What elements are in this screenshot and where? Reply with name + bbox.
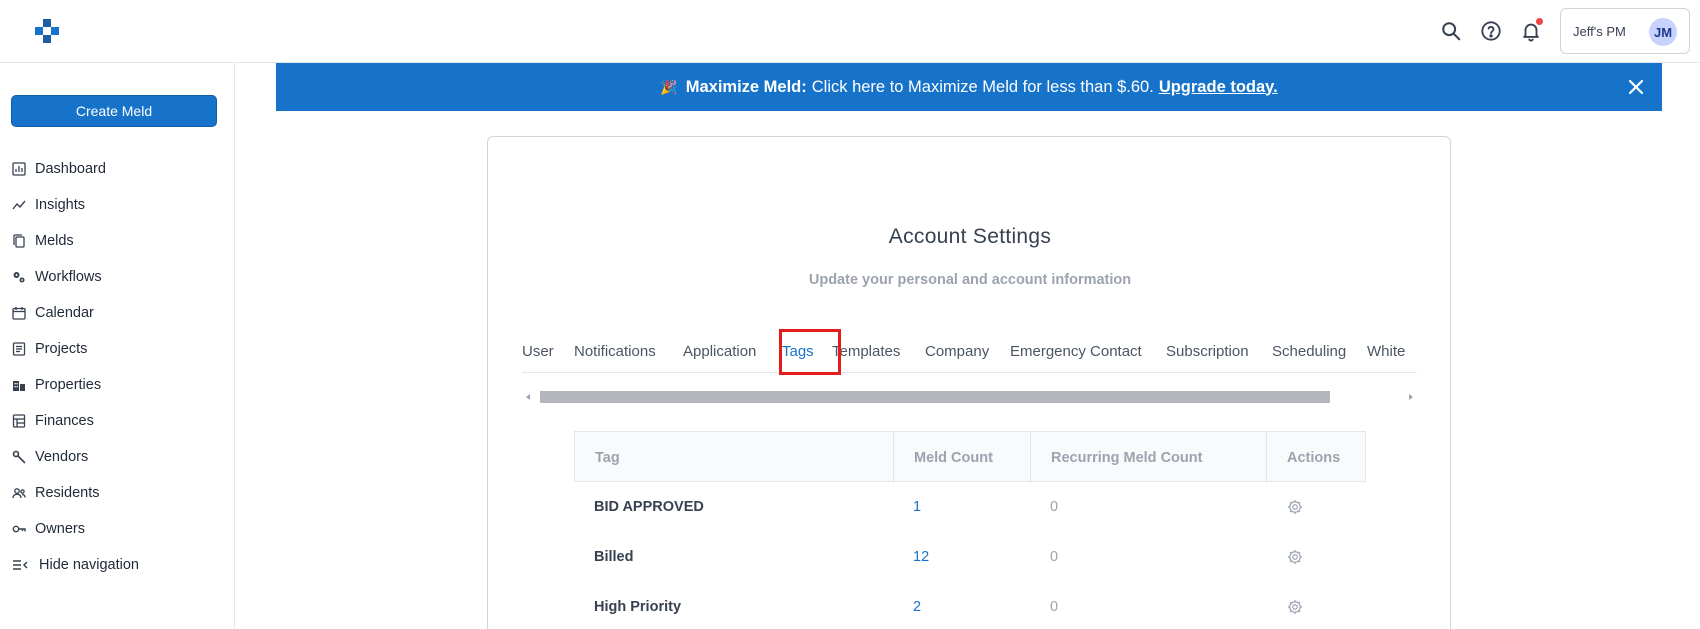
- sidebar-item-finances[interactable]: Finances: [12, 403, 227, 439]
- page-subtitle: Update your personal and account informa…: [808, 272, 1132, 288]
- gear-icon[interactable]: [1266, 482, 1304, 532]
- sidebar-item-label: Melds: [35, 233, 74, 249]
- table-header: Tag Meld Count Recurring Meld Count Acti…: [574, 431, 1366, 483]
- sidebar-item-label: Finances: [35, 413, 94, 429]
- tab-templates[interactable]: Templates: [832, 329, 900, 372]
- vendors-icon: [12, 449, 35, 465]
- sidebar-item-label: Properties: [35, 377, 102, 393]
- sidebar-item-label: Residents: [35, 485, 100, 501]
- tag-name: High Priority: [594, 599, 682, 615]
- sidebar-item-label: Insights: [35, 197, 85, 213]
- tags-table: Tag Meld Count Recurring Meld Count Acti…: [574, 431, 1366, 629]
- account-menu-button[interactable]: Jeff's PM JM: [1560, 8, 1690, 54]
- tabs-scrollbar[interactable]: [522, 391, 1417, 403]
- projects-icon: [12, 341, 35, 357]
- properties-icon: [12, 377, 35, 393]
- column-header-meld-count: Meld Count: [894, 432, 1031, 483]
- sidebar-item-insights[interactable]: Insights: [12, 187, 227, 223]
- tab-company[interactable]: Company: [925, 329, 989, 372]
- scrollbar-thumb[interactable]: [540, 391, 1330, 403]
- notification-dot: [1536, 18, 1543, 25]
- sidebar-item-melds[interactable]: Melds: [12, 223, 227, 259]
- tag-name: Billed: [594, 549, 634, 565]
- upgrade-link[interactable]: Upgrade today.: [1159, 78, 1278, 97]
- table-row: BID APPROVED 1 0: [574, 482, 1366, 532]
- sidebar-nav: Dashboard Insights Melds Workflows Calen…: [12, 151, 227, 583]
- table-row: Billed 12 0: [574, 532, 1366, 582]
- gear-icon[interactable]: [1266, 582, 1304, 629]
- sidebar-item-label: Projects: [35, 341, 88, 357]
- tab-highlight-box: [779, 329, 841, 375]
- sidebar-item-owners[interactable]: Owners: [12, 511, 227, 547]
- residents-icon: [12, 485, 35, 501]
- page-title: Account Settings: [888, 225, 1052, 248]
- sidebar-item-calendar[interactable]: Calendar: [12, 295, 227, 331]
- owners-icon: [12, 521, 35, 537]
- create-meld-button[interactable]: Create Meld: [11, 95, 217, 127]
- party-icon: 🎉: [660, 78, 678, 95]
- tab-white[interactable]: White: [1367, 329, 1405, 372]
- sidebar-item-label: Hide navigation: [39, 557, 139, 573]
- account-name: Jeff's PM: [1573, 23, 1626, 39]
- sidebar: Create Meld Dashboard Insights Melds Wor…: [0, 63, 235, 629]
- scroll-left-arrow-icon[interactable]: [526, 394, 530, 400]
- sidebar-item-label: Vendors: [35, 449, 89, 465]
- tab-emergency-contact[interactable]: Emergency Contact: [1010, 329, 1142, 372]
- sidebar-item-vendors[interactable]: Vendors: [12, 439, 227, 475]
- finances-icon: [12, 413, 35, 429]
- search-icon[interactable]: [1438, 18, 1464, 44]
- column-header-recurring-meld-count: Recurring Meld Count: [1031, 432, 1267, 483]
- hide-navigation-icon: [12, 557, 39, 573]
- avatar: JM: [1649, 18, 1677, 46]
- table-row: High Priority 2 0: [574, 582, 1366, 629]
- sidebar-item-dashboard[interactable]: Dashboard: [12, 151, 227, 187]
- workflows-icon: [12, 269, 35, 285]
- meld-count-link[interactable]: 1: [893, 482, 921, 532]
- tab-user[interactable]: User: [522, 329, 554, 372]
- hide-navigation-button[interactable]: Hide navigation: [12, 547, 227, 583]
- recurring-meld-count: 0: [1050, 549, 1059, 565]
- sidebar-item-residents[interactable]: Residents: [12, 475, 227, 511]
- notification-bell-icon[interactable]: [1518, 18, 1544, 44]
- banner-bold-text: Maximize Meld:: [685, 77, 807, 96]
- tab-subscription[interactable]: Subscription: [1166, 329, 1249, 372]
- gear-icon[interactable]: [1266, 532, 1304, 582]
- tab-application[interactable]: Application: [683, 329, 756, 372]
- upgrade-banner[interactable]: 🎉 Maximize Meld: Click here to Maximize …: [276, 63, 1662, 111]
- help-icon[interactable]: [1478, 18, 1504, 44]
- recurring-meld-count: 0: [1050, 499, 1059, 515]
- insights-icon: [12, 197, 35, 213]
- melds-icon: [12, 233, 35, 249]
- sidebar-item-label: Workflows: [35, 269, 102, 285]
- tab-notifications[interactable]: Notifications: [574, 329, 656, 372]
- tab-scheduling[interactable]: Scheduling: [1272, 329, 1346, 372]
- sidebar-item-label: Calendar: [35, 305, 94, 321]
- sidebar-item-workflows[interactable]: Workflows: [12, 259, 227, 295]
- sidebar-item-label: Owners: [35, 521, 85, 537]
- column-header-tag: Tag: [575, 432, 894, 483]
- meld-count-link[interactable]: 2: [893, 582, 921, 629]
- column-header-actions: Actions: [1287, 449, 1341, 466]
- banner-text: Click here to Maximize Meld for less tha…: [811, 77, 1154, 96]
- account-settings-card: Account Settings Update your personal an…: [487, 136, 1451, 629]
- settings-tabs: User Notifications Application Tags Temp…: [522, 329, 1417, 373]
- tag-name: BID APPROVED: [594, 499, 704, 515]
- property-meld-logo-icon[interactable]: [34, 18, 60, 44]
- sidebar-item-properties[interactable]: Properties: [12, 367, 227, 403]
- scroll-right-arrow-icon[interactable]: [1409, 394, 1413, 400]
- dashboard-icon: [12, 161, 35, 177]
- recurring-meld-count: 0: [1050, 599, 1059, 615]
- meld-count-link[interactable]: 12: [893, 532, 929, 582]
- top-bar: Jeff's PM JM: [0, 0, 1700, 63]
- calendar-icon: [12, 305, 35, 321]
- sidebar-item-label: Dashboard: [35, 161, 106, 177]
- close-icon[interactable]: [1626, 77, 1646, 97]
- sidebar-item-projects[interactable]: Projects: [12, 331, 227, 367]
